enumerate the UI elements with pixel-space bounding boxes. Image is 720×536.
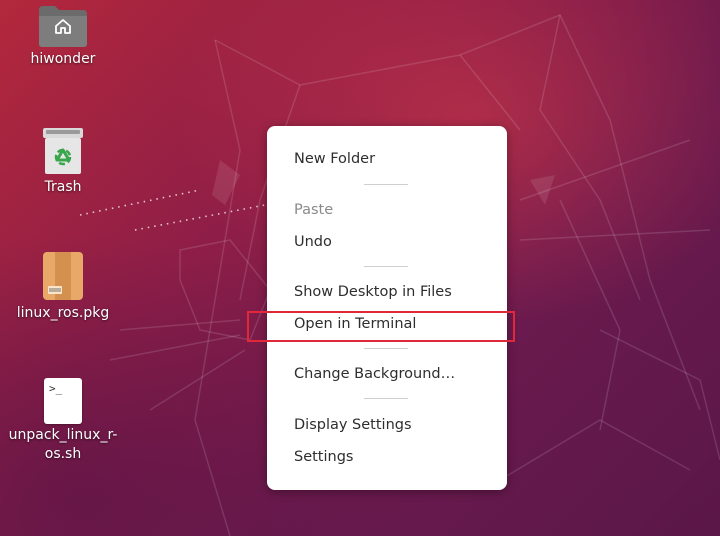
menu-item-new-folder[interactable]: New Folder <box>294 147 375 171</box>
home-folder-icon <box>39 6 87 47</box>
menu-item-undo[interactable]: Undo <box>294 230 332 254</box>
menu-item-show-desktop-in-files[interactable]: Show Desktop in Files <box>294 280 452 304</box>
package-icon <box>43 252 83 300</box>
menu-item-paste[interactable]: Paste <box>294 198 333 222</box>
desktop-icon-label: hiwonder <box>30 51 96 67</box>
menu-separator <box>364 184 408 185</box>
script-file-glyph-text: >_ <box>49 382 63 395</box>
menu-separator <box>364 348 408 349</box>
desktop-icon-home-folder[interactable]: hiwonder <box>8 4 118 69</box>
desktop-icon-unpack-script[interactable]: >_ unpack_linux_r- os.sh <box>8 378 118 464</box>
desktop-icon-label-line-2: os.sh <box>44 446 82 462</box>
menu-item-display-settings[interactable]: Display Settings <box>294 413 412 437</box>
menu-separator <box>364 266 408 267</box>
menu-item-change-background[interactable]: Change Background… <box>294 362 455 386</box>
desktop-icon-trash[interactable]: Trash <box>8 126 118 197</box>
desktop-icon-label: linux_ros.pkg <box>16 305 110 321</box>
script-file-icon: >_ <box>44 378 82 424</box>
trash-icon <box>43 128 83 174</box>
menu-item-settings[interactable]: Settings <box>294 445 353 469</box>
menu-separator <box>364 398 408 399</box>
desktop-icon-label: Trash <box>44 179 82 195</box>
desktop-context-menu: New Folder Paste Undo Show Desktop in Fi… <box>267 126 507 490</box>
desktop-icon-linux-ros-pkg[interactable]: linux_ros.pkg <box>8 250 118 323</box>
highlight-annotation-box <box>247 311 515 342</box>
desktop-icon-label-line-1: unpack_linux_r- <box>8 427 118 443</box>
